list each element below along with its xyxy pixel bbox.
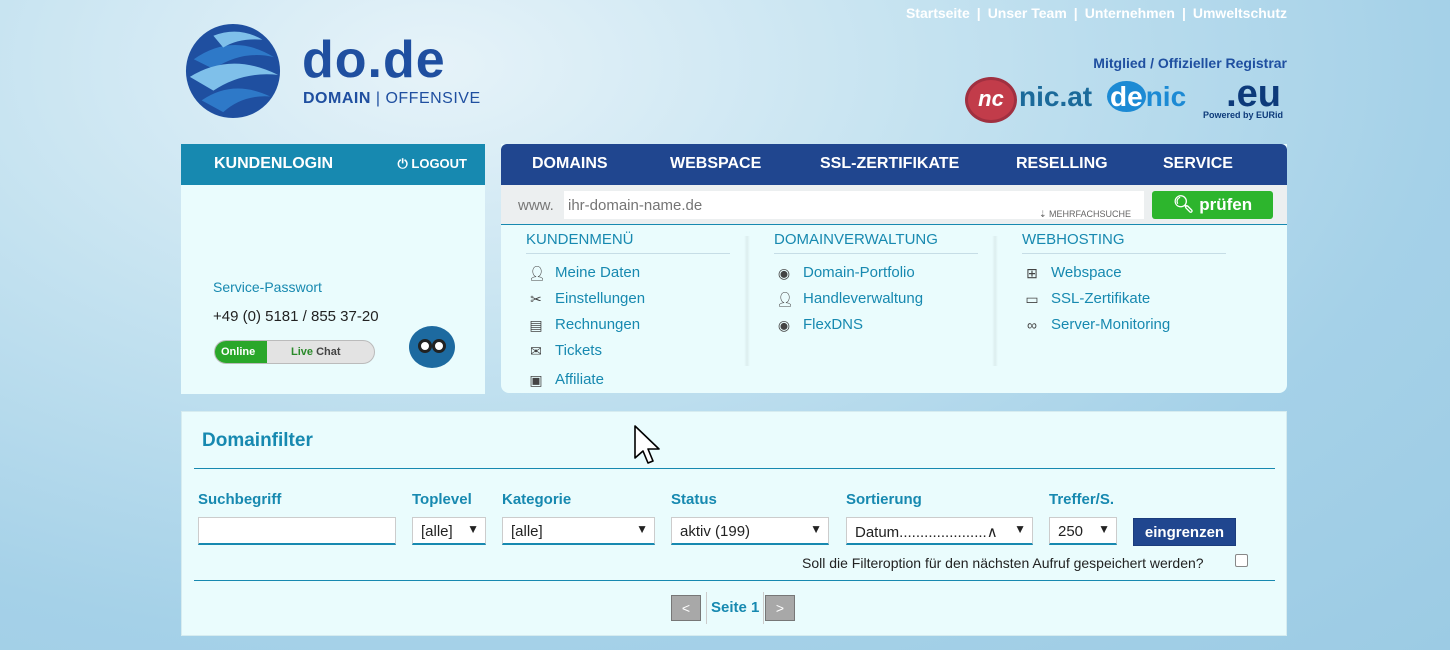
menu-item-flexdns[interactable]: ◉ FlexDNS [774, 316, 978, 342]
dropdown-arrow-icon: ▼ [1098, 522, 1110, 536]
label-treffer: Treffer/S. [1049, 491, 1115, 508]
globe-icon: ◉ [777, 317, 791, 333]
live-chat-button[interactable]: Online Live Chat [214, 340, 375, 364]
logo-brand: do.de [302, 31, 446, 89]
login-title: KUNDENLOGIN [214, 155, 334, 172]
nicat-logo[interactable]: nc nic.at [965, 77, 1095, 123]
label-status: Status [671, 491, 717, 508]
menu-item-rechnungen[interactable]: ▤ Rechnungen [526, 316, 730, 342]
category-select[interactable]: [alle] ▼ [502, 517, 655, 545]
sitemap-icon: ⊞ [1026, 265, 1038, 281]
dropdown-arrow-icon: ▼ [467, 522, 479, 536]
service-password-label[interactable]: Service-Passwort [213, 279, 322, 295]
domain-search: www. ⇣ MEHRFACHSUCHE 🔍︎ prüfen [501, 185, 1287, 225]
top-nav: Startseite | Unser Team | Unternehmen | Umwelt… [905, 5, 1287, 21]
nav-link-umweltschutz[interactable]: Umweltschutz [1193, 5, 1287, 21]
filter-submit-button[interactable]: eingrenzen [1133, 518, 1236, 546]
domain-management-menu: DOMAINVERWALTUNG ◉ Domain-Portfolio 👤︎ Han… [774, 231, 978, 342]
dropdown-arrow-icon: ▼ [810, 522, 822, 536]
registrar-title: Mitglied / Offizieller Registrar [1093, 55, 1287, 71]
domain-filter-panel: Domainfilter Suchbegriff Toplevel Katego… [181, 411, 1287, 636]
status-select[interactable]: aktiv (199) ▼ [671, 517, 829, 545]
logout-button[interactable]: ⏻ LOGOUT [397, 156, 467, 172]
eurid-logo[interactable]: .eu Powered by EURid [1203, 73, 1287, 123]
column-divider [744, 236, 750, 366]
mouse-cursor-icon [634, 425, 660, 464]
multi-search-link[interactable]: ⇣ MEHRFACHSUCHE [1039, 209, 1131, 220]
next-page-button[interactable]: > [765, 595, 795, 621]
menu-item-domain-portfolio[interactable]: ◉ Domain-Portfolio [774, 264, 978, 290]
main-nav: DOMAINS WEBSPACE SSL-ZERTIFIKATE RESELLI… [501, 144, 1287, 185]
menu-item-tickets[interactable]: ✉ Tickets [526, 342, 730, 368]
label-kategorie: Kategorie [502, 491, 572, 508]
dropdown-arrow-icon: ▼ [636, 522, 648, 536]
denic-logo[interactable]: de nic [1107, 81, 1186, 113]
invoice-icon: ▤ [529, 317, 543, 333]
search-term-input[interactable] [198, 517, 396, 545]
toplevel-select[interactable]: [alle] ▼ [412, 517, 486, 545]
online-indicator: Online [215, 341, 267, 363]
nav-domains[interactable]: DOMAINS [532, 155, 608, 173]
user-icon: 👤︎ [528, 265, 546, 281]
dropdown-arrow-icon: ▼ [1014, 522, 1026, 536]
save-filter-checkbox[interactable] [1235, 554, 1248, 567]
save-filter-label: Soll die Filteroption für den nächsten A… [802, 555, 1204, 571]
hits-per-page-select[interactable]: 250 ▼ [1049, 517, 1117, 545]
globe-icon: ◉ [777, 265, 791, 281]
logo-subtitle: DOMAIN | OFFENSIVE [303, 90, 481, 107]
globe-logo-icon [185, 23, 281, 119]
label-suchbegriff: Suchbegriff [198, 491, 282, 508]
menu-item-einstellungen[interactable]: ✂ Einstellungen [526, 290, 730, 316]
certificate-icon: ▭ [1025, 291, 1039, 307]
nav-ssl[interactable]: SSL-ZERTIFIKATE [820, 155, 959, 173]
user-icon: 👤︎ [776, 291, 794, 307]
page-indicator: Seite 1 [706, 592, 765, 624]
www-prefix: www. [518, 197, 554, 214]
domain-management-title: DOMAINVERWALTUNG [774, 231, 978, 254]
binoculars-icon: ∞ [1027, 317, 1037, 333]
divider [194, 468, 1275, 469]
column-divider [992, 236, 998, 366]
nicat-mark-icon: nc [965, 77, 1017, 123]
filter-title: Domainfilter [202, 430, 313, 451]
customer-menu-title: KUNDENMENÜ [526, 231, 730, 254]
check-domain-button[interactable]: 🔍︎ prüfen [1152, 191, 1273, 219]
label-sortierung: Sortierung [846, 491, 922, 508]
menu-item-server-monitoring[interactable]: ∞ Server-Monitoring [1022, 316, 1226, 342]
main-menu-panel: DOMAINS WEBSPACE SSL-ZERTIFIKATE RESELLI… [501, 144, 1287, 393]
tools-icon: ✂ [530, 291, 542, 307]
nav-reselling[interactable]: RESELLING [1016, 155, 1108, 173]
nav-link-unser-team[interactable]: Unser Team [988, 5, 1067, 21]
power-icon: ⏻ [397, 156, 408, 171]
menu-item-webspace[interactable]: ⊞ Webspace [1022, 264, 1226, 290]
menu-item-handleverwaltung[interactable]: 👤︎ Handleverwaltung [774, 290, 978, 316]
webhosting-menu: WEBHOSTING ⊞ Webspace ▭ SSL-Zertifikate ∞ S… [1022, 231, 1226, 342]
chat-mascot-icon[interactable] [409, 326, 455, 368]
divider [194, 580, 1275, 581]
mail-icon: ✉ [530, 343, 542, 359]
nav-webspace[interactable]: WEBSPACE [670, 155, 761, 173]
service-phone: +49 (0) 5181 / 855 37-20 [213, 308, 379, 325]
sort-select[interactable]: Datum.....................∧ ▼ [846, 517, 1033, 545]
menu-item-meine-daten[interactable]: 👤︎ Meine Daten [526, 264, 730, 290]
menu-item-ssl-zertifikate[interactable]: ▭ SSL-Zertifikate [1022, 290, 1226, 316]
nav-link-unternehmen[interactable]: Unternehmen [1085, 5, 1175, 21]
menu-item-affiliate[interactable]: ▣ Affiliate [526, 371, 730, 397]
nav-service[interactable]: SERVICE [1163, 155, 1233, 173]
label-toplevel: Toplevel [412, 491, 472, 508]
nav-link-startseite[interactable]: Startseite [906, 5, 970, 21]
search-icon: 🔍︎ [1172, 195, 1195, 214]
customer-menu: KUNDENMENÜ 👤︎ Meine Daten ✂ Einstellungen … [526, 231, 730, 397]
registrar-section: Mitglied / Offizieller Registrar nc nic.… [957, 55, 1287, 125]
webhosting-title: WEBHOSTING [1022, 231, 1226, 254]
money-icon: ▣ [529, 372, 543, 388]
customer-login-panel: KUNDENLOGIN ⏻ LOGOUT Service-Passwort +4… [181, 144, 485, 394]
login-header: KUNDENLOGIN ⏻ LOGOUT [181, 144, 485, 185]
prev-page-button[interactable]: < [671, 595, 701, 621]
site-logo[interactable]: do.de DOMAIN | OFFENSIVE [184, 22, 484, 122]
